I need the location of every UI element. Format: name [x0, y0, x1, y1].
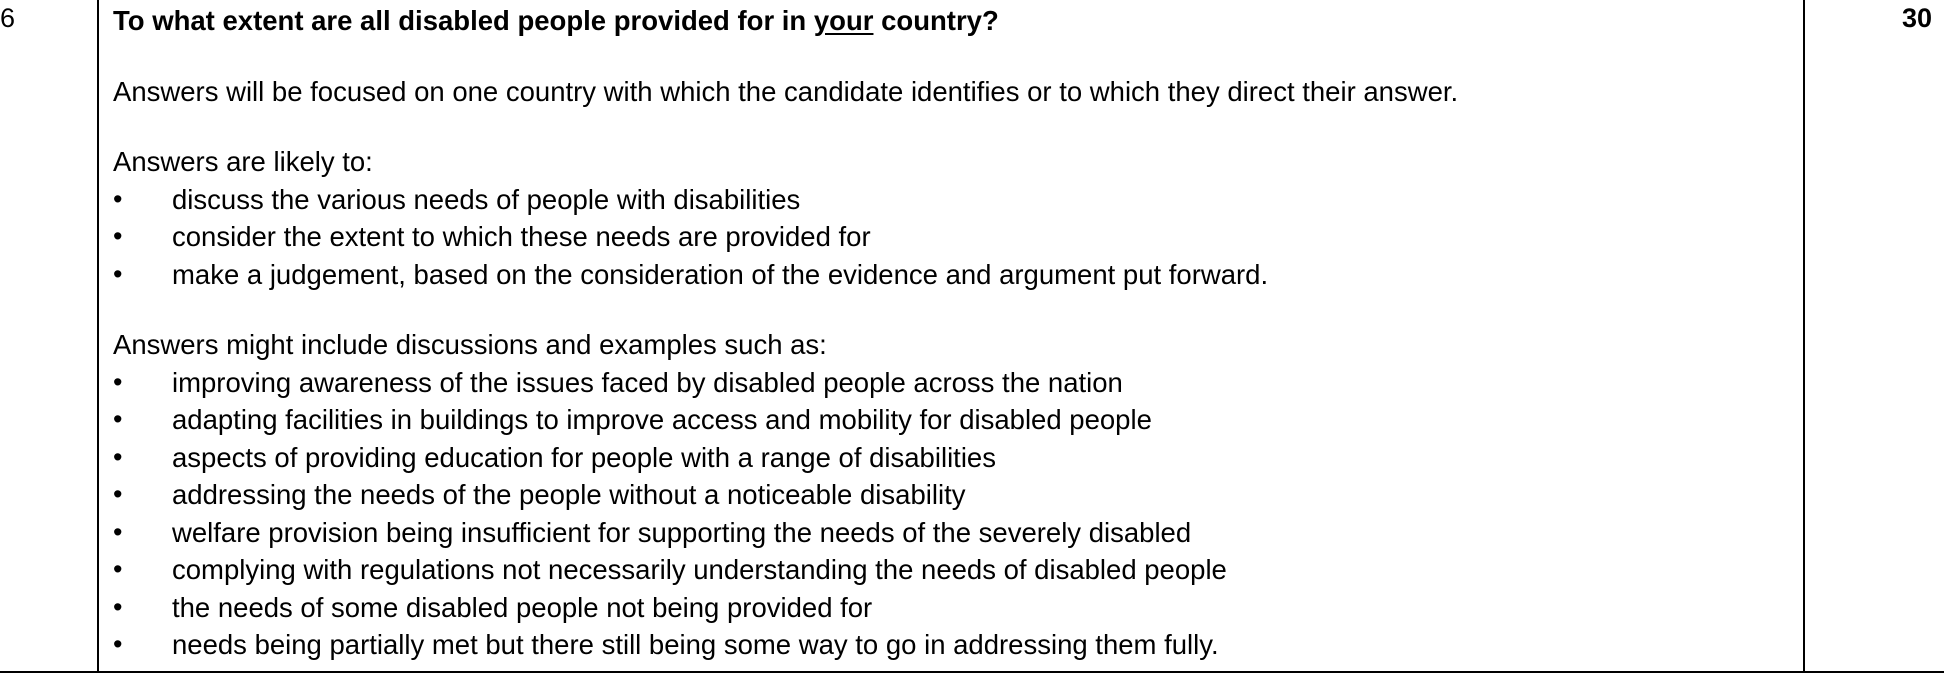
bullet-icon: • [113, 591, 123, 622]
list-item: • complying with regulations not necessar… [113, 551, 1783, 589]
bullet-icon: • [113, 441, 123, 472]
answer-content: To what extent are all disabled people p… [113, 2, 1783, 664]
mark-scheme-table: 6 30 To what extent are all disabled peo… [0, 0, 1944, 673]
bullet-icon: • [113, 221, 123, 251]
bullet-icon: • [113, 554, 123, 584]
bullet-icon: • [113, 183, 123, 214]
question-title-end: country? [873, 5, 999, 36]
list-item: • aspects of providing education for peop… [113, 439, 1783, 477]
bullet-icon: • [113, 629, 123, 659]
list-item: • welfare provision being insufficient fo… [113, 514, 1783, 552]
list-item: • addressing the needs of the people with… [113, 476, 1783, 514]
bullet-icon: • [113, 516, 123, 547]
list-item: • adapting facilities in buildings to imp… [113, 401, 1783, 439]
list-item: • the needs of some disabled people not b… [113, 589, 1783, 627]
list-item: • consider the extent to which these need… [113, 218, 1783, 256]
likely-list: • discuss the various needs of people wit… [113, 181, 1783, 294]
bullet-icon: • [113, 366, 123, 397]
examples-heading: Answers might include discussions and ex… [113, 329, 827, 360]
list-item: • improving awareness of the issues faced… [113, 364, 1783, 402]
question-title-emphasis: your [813, 5, 874, 36]
list-item: • discuss the various needs of people wit… [113, 181, 1783, 219]
marks-value: 30 [1901, 3, 1932, 33]
column-divider [1803, 0, 1805, 673]
question-title: To what extent are all disabled people p… [113, 2, 1783, 40]
intro-text: Answers will be focused on one country w… [113, 75, 1459, 107]
likely-heading: Answers are likely to: [113, 146, 373, 177]
bullet-icon: • [113, 404, 123, 434]
question-number: 6 [0, 3, 16, 33]
bullet-icon: • [113, 479, 123, 509]
column-divider [97, 0, 99, 673]
bullet-icon: • [113, 258, 123, 289]
list-item: • needs being partially met but there sti… [113, 626, 1783, 664]
list-item: • make a judgement, based on the consider… [113, 256, 1783, 294]
examples-list: • improving awareness of the issues faced… [113, 364, 1783, 664]
question-title-start: To what extent are all disabled people p… [113, 5, 814, 36]
